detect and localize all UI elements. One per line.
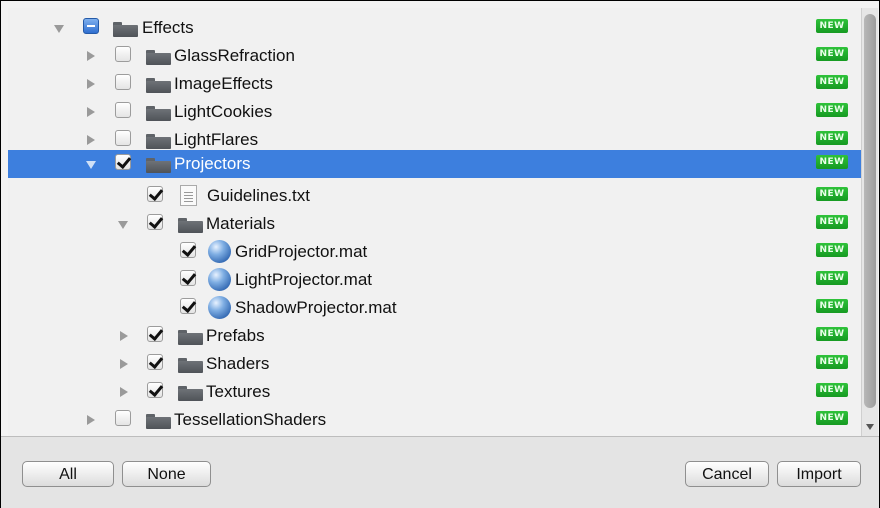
tree-row-label: LightCookies xyxy=(174,102,273,121)
checkbox[interactable] xyxy=(115,102,131,118)
button-bar: All None Cancel Import xyxy=(1,436,879,508)
collapse-arrow-icon[interactable] xyxy=(120,359,128,369)
checkbox-checked[interactable] xyxy=(147,382,163,398)
material-sphere-icon xyxy=(208,296,231,319)
collapse-arrow-icon[interactable] xyxy=(120,387,128,397)
tree-row-materials[interactable]: Materials NEW xyxy=(8,210,861,238)
checkbox-checked[interactable] xyxy=(147,326,163,342)
new-badge: NEW xyxy=(816,131,848,145)
folder-icon xyxy=(146,134,171,149)
import-button[interactable]: Import xyxy=(777,461,861,487)
checkbox-checked[interactable] xyxy=(147,214,163,230)
scroll-down-arrow-icon[interactable] xyxy=(866,424,874,430)
new-badge: NEW xyxy=(816,271,848,285)
tree-row-label: Projectors xyxy=(174,154,251,173)
checkbox[interactable] xyxy=(115,74,131,90)
material-sphere-icon xyxy=(208,240,231,263)
tree-row-lightcookies[interactable]: LightCookies NEW xyxy=(8,98,861,126)
tree-row-label: GlassRefraction xyxy=(174,46,295,65)
tree-row-shadowprojector[interactable]: ShadowProjector.mat NEW xyxy=(8,294,861,322)
tree-row-textures[interactable]: Textures NEW xyxy=(8,378,861,406)
text-file-icon xyxy=(180,185,197,206)
tree-row-label: GridProjector.mat xyxy=(235,242,368,261)
checkbox-checked[interactable] xyxy=(115,154,131,170)
folder-icon xyxy=(113,22,138,37)
checkbox-checked[interactable] xyxy=(147,354,163,370)
new-badge: NEW xyxy=(816,215,848,229)
folder-icon xyxy=(178,386,203,401)
new-badge: NEW xyxy=(816,47,848,61)
new-badge: NEW xyxy=(816,383,848,397)
tree-row-label: TessellationShaders xyxy=(174,410,327,429)
new-badge: NEW xyxy=(816,355,848,369)
tree-row-projectors-selected[interactable]: Projectors NEW xyxy=(8,150,861,178)
tree-row-label: Materials xyxy=(206,214,275,233)
new-badge: NEW xyxy=(816,411,848,425)
folder-icon xyxy=(146,106,171,121)
vertical-scrollbar[interactable] xyxy=(861,8,878,436)
tree-row-label: LightFlares xyxy=(174,130,259,149)
checkbox-mixed[interactable] xyxy=(83,18,99,34)
tree-row-label: Prefabs xyxy=(206,326,265,345)
tree-row-label: Effects xyxy=(142,18,194,37)
tree-row-label: ShadowProjector.mat xyxy=(235,298,397,317)
new-badge: NEW xyxy=(816,187,848,201)
scrollbar-thumb[interactable] xyxy=(864,14,876,408)
collapse-arrow-icon[interactable] xyxy=(87,51,95,61)
tree-row-label: ImageEffects xyxy=(174,74,273,93)
collapse-arrow-icon[interactable] xyxy=(87,415,95,425)
tree-row-prefabs[interactable]: Prefabs NEW xyxy=(8,322,861,350)
tree-row-label: Guidelines.txt xyxy=(207,186,310,205)
tree-row-shaders[interactable]: Shaders NEW xyxy=(8,350,861,378)
checkbox[interactable] xyxy=(115,46,131,62)
checkbox-checked[interactable] xyxy=(180,298,196,314)
folder-icon xyxy=(146,50,171,65)
new-badge: NEW xyxy=(816,19,848,33)
none-button[interactable]: None xyxy=(122,461,211,487)
folder-icon xyxy=(146,78,171,93)
new-badge: NEW xyxy=(816,155,848,169)
tree-row-glassrefraction[interactable]: GlassRefraction NEW xyxy=(8,42,861,70)
tree-row-label: LightProjector.mat xyxy=(235,270,373,289)
folder-icon xyxy=(178,330,203,345)
asset-tree: Effects NEW GlassRefraction NEW ImageEff… xyxy=(8,8,861,436)
checkbox-checked[interactable] xyxy=(180,242,196,258)
cancel-button[interactable]: Cancel xyxy=(685,461,769,487)
material-sphere-icon xyxy=(208,268,231,291)
tree-row-guidelines[interactable]: Guidelines.txt NEW xyxy=(8,182,861,210)
folder-icon xyxy=(146,414,171,429)
import-package-dialog: Effects NEW GlassRefraction NEW ImageEff… xyxy=(0,0,880,508)
expand-arrow-icon[interactable] xyxy=(86,161,96,169)
tree-row-label: Textures xyxy=(206,382,271,401)
tree-row-gridprojector[interactable]: GridProjector.mat NEW xyxy=(8,238,861,266)
checkbox-checked[interactable] xyxy=(180,270,196,286)
folder-icon xyxy=(178,218,203,233)
collapse-arrow-icon[interactable] xyxy=(120,331,128,341)
new-badge: NEW xyxy=(816,103,848,117)
folder-icon xyxy=(178,358,203,373)
all-button[interactable]: All xyxy=(22,461,114,487)
collapse-arrow-icon[interactable] xyxy=(87,135,95,145)
tree-row-lightprojector[interactable]: LightProjector.mat NEW xyxy=(8,266,861,294)
tree-row-label: Shaders xyxy=(206,354,270,373)
folder-icon xyxy=(146,158,171,173)
checkbox[interactable] xyxy=(115,410,131,426)
expand-arrow-icon[interactable] xyxy=(118,221,128,229)
new-badge: NEW xyxy=(816,75,848,89)
tree-row-tessellationshaders[interactable]: TessellationShaders NEW xyxy=(8,406,861,434)
tree-row-imageeffects[interactable]: ImageEffects NEW xyxy=(8,70,861,98)
collapse-arrow-icon[interactable] xyxy=(87,79,95,89)
new-badge: NEW xyxy=(816,327,848,341)
tree-row-effects[interactable]: Effects NEW xyxy=(8,14,861,42)
checkbox-checked[interactable] xyxy=(147,186,163,202)
expand-arrow-icon[interactable] xyxy=(54,25,64,33)
new-badge: NEW xyxy=(816,299,848,313)
new-badge: NEW xyxy=(816,243,848,257)
collapse-arrow-icon[interactable] xyxy=(87,107,95,117)
checkbox[interactable] xyxy=(115,130,131,146)
